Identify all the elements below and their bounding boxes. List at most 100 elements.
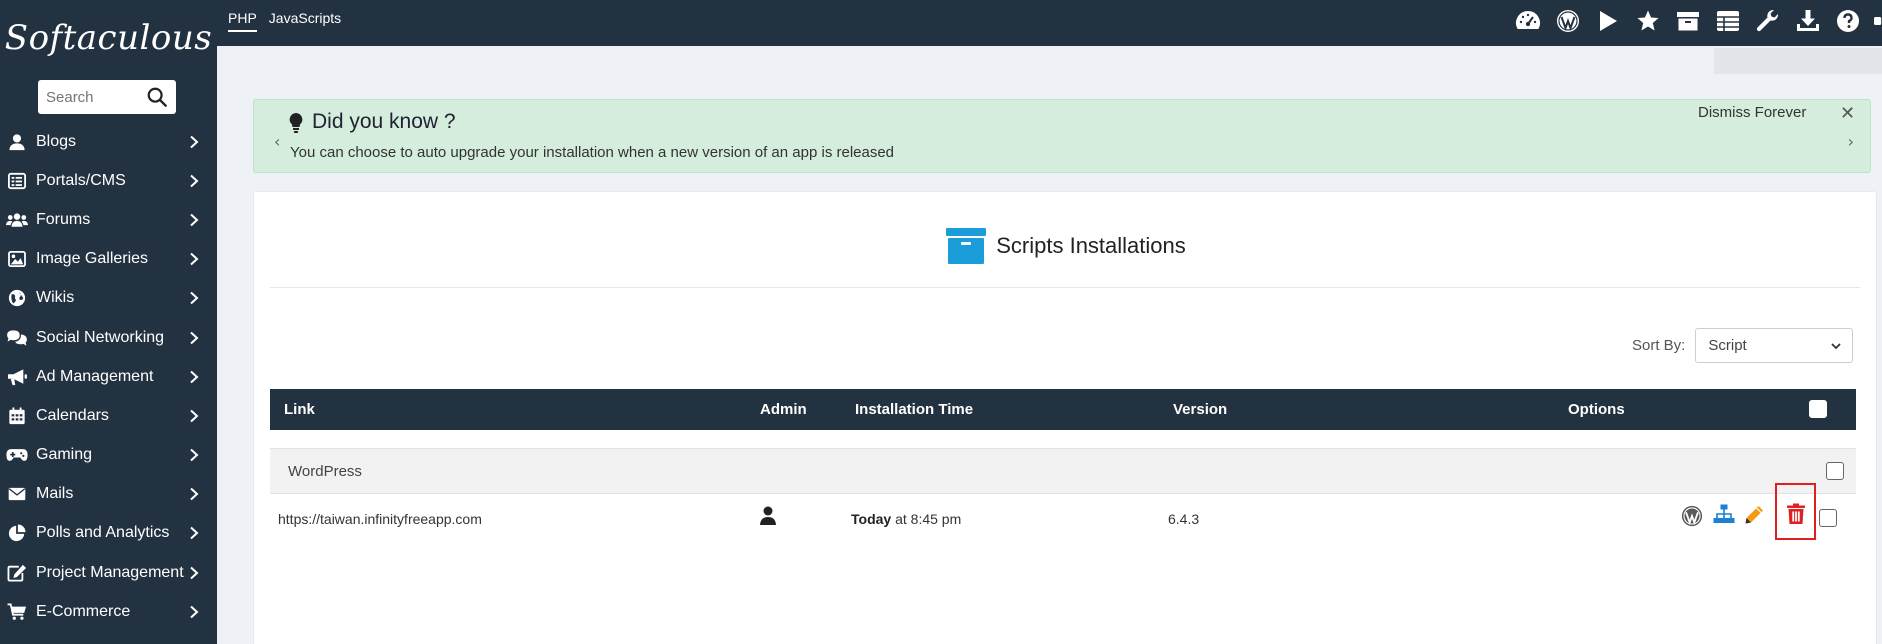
column-admin: Admin [760,401,807,418]
dashboard-icon[interactable] [1514,7,1542,35]
gamepad-icon [6,445,28,465]
page-title-text: Scripts Installations [996,233,1186,258]
sidebar-item-label: E-Commerce [36,602,131,620]
sidebar-item-social-networking[interactable]: Social Networking [0,318,217,357]
installations-card: Scripts Installations Sort By: Script Li… [253,191,1877,644]
sidebar-item-forums[interactable]: Forums [0,200,217,239]
sort-by-select[interactable]: Script [1695,328,1854,363]
sidebar-item-e-commerce[interactable]: E-Commerce [0,592,217,631]
image-icon [6,249,28,269]
chevron-right-icon [190,213,199,227]
staging-sitemap-icon[interactable] [1712,502,1736,526]
previous-tip-icon[interactable]: ‹ [274,132,280,151]
notice-title: Did you know ? [312,110,456,133]
dismiss-forever-link[interactable]: Dismiss Forever [1698,104,1806,121]
archive-icon[interactable] [1674,7,1702,35]
group-row-wordpress: WordPress [270,448,1856,494]
sort-by-label: Sort By: [1632,337,1686,354]
installation-version: 6.4.3 [1168,511,1200,527]
top-bar: PHP JavaScripts [217,0,1882,46]
table-icon[interactable] [1714,7,1742,35]
installation-link[interactable]: https://taiwan.infinityfreeapp.com [278,511,482,527]
archive-box-icon [946,228,987,264]
sidebar-item-portals-cms[interactable]: Portals/CMS [0,161,217,200]
help-icon[interactable] [1834,7,1862,35]
tab-php[interactable]: PHP [228,10,257,32]
chevron-down-icon [1831,342,1841,349]
wordpress-icon[interactable] [1554,7,1582,35]
sidebar-item-label: Portals/CMS [36,171,126,189]
top-icon-bar [1514,7,1882,35]
sidebar-item-label: Forums [36,210,91,228]
sidebar: Softaculous Blogs Portals/CMS Forums Ima… [0,0,217,644]
edit-pencil-icon[interactable] [1742,503,1766,527]
chevron-right-icon [190,252,199,266]
sidebar-item-gaming[interactable]: Gaming [0,436,217,475]
installation-time: Today at 8:45 pm [851,511,961,527]
script-type-tabs: PHP JavaScripts [228,10,341,32]
search-input[interactable] [46,88,146,106]
cart-icon [6,602,28,622]
logo[interactable]: Softaculous [0,0,217,75]
sidebar-item-polls-analytics[interactable]: Polls and Analytics [0,514,217,553]
admin-user-icon[interactable] [760,506,776,526]
column-version: Version [1173,401,1228,418]
sidebar-item-image-galleries[interactable]: Image Galleries [0,240,217,279]
wordpress-manager-icon[interactable] [1680,504,1704,528]
group-select-checkbox[interactable] [1826,462,1844,480]
chevron-right-icon [190,605,199,619]
sidebar-item-calendars[interactable]: Calendars [0,396,217,435]
more-icon[interactable] [1874,7,1882,35]
lightbulb-icon [289,113,303,133]
chevron-right-icon [190,370,199,383]
title-divider [270,287,1860,288]
sort-by-value: Script [1708,337,1747,354]
download-icon[interactable] [1794,7,1822,35]
wrench-icon[interactable] [1754,7,1782,35]
page-title: Scripts Installations [254,228,1878,264]
sidebar-item-label: Blogs [36,132,77,150]
notice-message: You can choose to auto upgrade your inst… [290,144,895,161]
sidebar-item-blogs[interactable]: Blogs [0,122,217,161]
sidebar-item-label: Mails [36,485,74,503]
select-all-checkbox[interactable] [1809,400,1827,418]
sidebar-item-label: Wikis [36,289,75,307]
chevron-right-icon [190,292,199,305]
chevron-right-icon [190,566,199,579]
chevron-right-icon [190,331,199,344]
delete-trash-icon[interactable] [1784,502,1808,526]
search-box [38,80,176,114]
category-menu: Blogs Portals/CMS Forums Image Galleries… [0,122,217,631]
star-icon[interactable] [1634,7,1662,35]
sidebar-item-project-management[interactable]: Project Management [0,553,217,592]
close-icon[interactable]: ✕ [1840,103,1855,124]
sidebar-item-mails[interactable]: Mails [0,475,217,514]
sidebar-item-ad-management[interactable]: Ad Management [0,357,217,396]
chevron-right-icon [190,135,199,148]
sidebar-item-label: Image Galleries [36,250,149,268]
table-row: https://taiwan.infinityfreeapp.com Today… [270,483,1856,542]
sidebar-item-label: Polls and Analytics [36,524,170,542]
table-header: Link Admin Installation Time Version Opt… [270,389,1856,430]
did-you-know-notice: ‹ Did you know ? You can choose to auto … [253,99,1871,173]
sidebar-item-label: Social Networking [36,328,165,346]
column-options: Options [1568,401,1625,418]
installation-time-rest: at 8:45 pm [891,511,962,527]
sidebar-item-label: Project Management [36,563,184,581]
edit-icon [6,563,28,583]
column-installation-time: Installation Time [855,401,974,418]
chevron-right-icon [190,174,199,188]
user-icon [6,132,28,152]
play-icon[interactable] [1594,7,1622,35]
users-icon [6,210,28,230]
comments-icon [6,328,28,348]
sidebar-item-label: Ad Management [36,367,154,385]
search-icon[interactable] [146,86,168,108]
tab-javascripts[interactable]: JavaScripts [269,10,341,32]
chevron-right-icon [190,527,199,540]
sort-by-control: Sort By: Script [1632,328,1854,363]
next-tip-icon[interactable]: › [1848,132,1854,151]
row-select-checkbox[interactable] [1819,509,1837,527]
sidebar-item-wikis[interactable]: Wikis [0,279,217,318]
chevron-right-icon [190,409,199,423]
